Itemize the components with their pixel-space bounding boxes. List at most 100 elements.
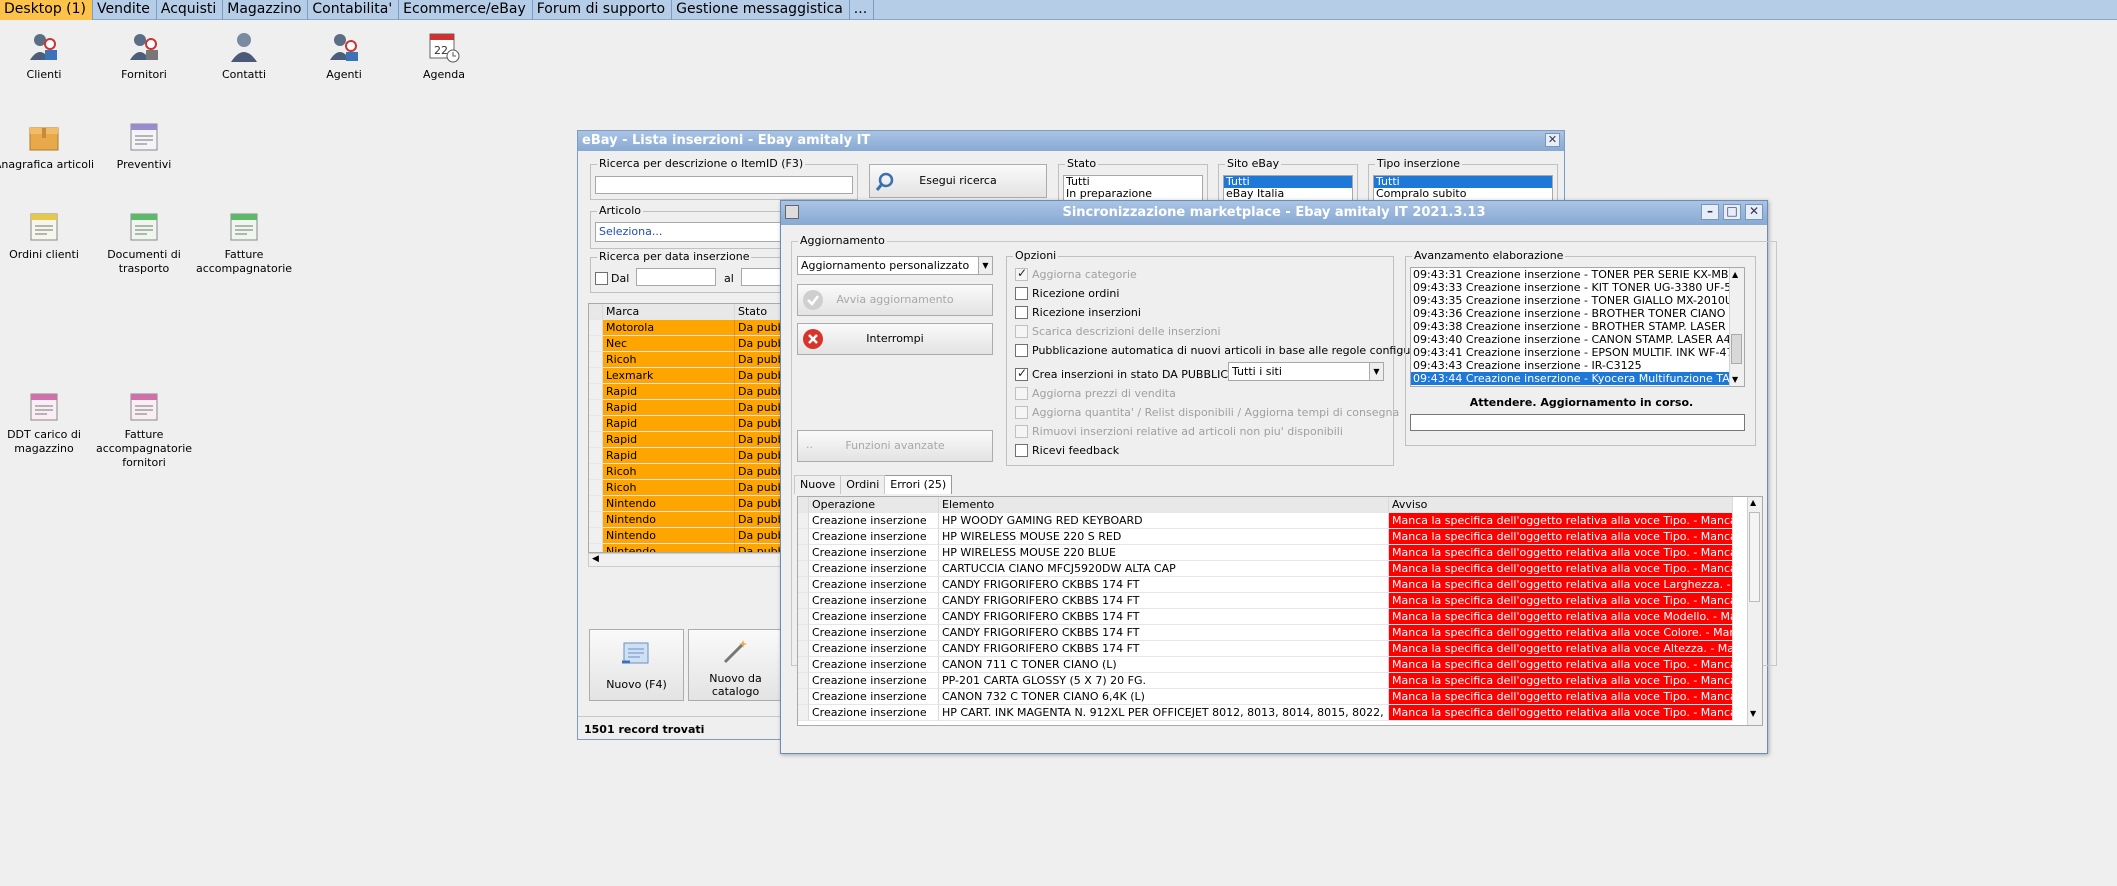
row-indicator[interactable] bbox=[798, 625, 809, 641]
scroll-up-icon[interactable]: ▲ bbox=[1732, 268, 1738, 281]
advanced-functions-button[interactable]: .. Funzioni avanzate bbox=[797, 430, 993, 462]
table-row[interactable]: Rapid Da pubb bbox=[589, 384, 787, 400]
log-line[interactable]: 09:43:41 Creazione inserzione - EPSON MU… bbox=[1411, 346, 1729, 359]
log-line[interactable]: 09:43:33 Creazione inserzione - KIT TONE… bbox=[1411, 281, 1729, 294]
desktop-icon-agenda[interactable]: 22 Agenda bbox=[384, 30, 504, 82]
table-row[interactable]: Creazione inserzione CANDY FRIGORIFERO CK… bbox=[798, 625, 1733, 641]
close-icon[interactable]: ✕ bbox=[1745, 204, 1763, 220]
scroll-thumb[interactable] bbox=[1749, 512, 1760, 602]
row-indicator[interactable] bbox=[589, 400, 603, 416]
articolo-select[interactable]: Seleziona... bbox=[595, 222, 795, 242]
table-row[interactable]: Nec Da pubb bbox=[589, 336, 787, 352]
minimize-icon[interactable]: – bbox=[1701, 204, 1719, 220]
horizontal-scrollbar[interactable]: ◀ bbox=[588, 553, 788, 567]
row-indicator[interactable] bbox=[589, 544, 603, 552]
row-indicator[interactable] bbox=[589, 320, 603, 336]
table-row[interactable]: Creazione inserzione CANON 732 C TONER CI… bbox=[798, 689, 1733, 705]
log-scrollbar[interactable]: ▲ ▼ bbox=[1729, 268, 1744, 386]
option-checkbox[interactable] bbox=[1015, 266, 1028, 281]
row-indicator[interactable] bbox=[589, 464, 603, 480]
table-row[interactable]: Creazione inserzione HP WIRELESS MOUSE 22… bbox=[798, 545, 1733, 561]
table-row[interactable]: Rapid Da pubb bbox=[589, 400, 787, 416]
date-from-input[interactable] bbox=[636, 268, 716, 286]
table-row[interactable]: Creazione inserzione CANDY FRIGORIFERO CK… bbox=[798, 641, 1733, 657]
row-indicator[interactable] bbox=[589, 336, 603, 352]
desktop-icon-fatture-fornitori[interactable]: Fatture accompagnatorie fornitori bbox=[84, 390, 204, 470]
col-marca[interactable]: Marca bbox=[603, 304, 735, 320]
table-row[interactable]: Rapid Da pubb bbox=[589, 448, 787, 464]
row-indicator[interactable] bbox=[798, 657, 809, 673]
row-indicator[interactable] bbox=[589, 368, 603, 384]
log-line[interactable]: 09:43:38 Creazione inserzione - BROTHER … bbox=[1411, 320, 1729, 333]
option-checkbox[interactable] bbox=[1015, 325, 1028, 338]
menu-more[interactable]: ... bbox=[850, 0, 875, 20]
update-mode-select[interactable]: Aggiornamento personalizzato ▼ bbox=[797, 256, 993, 275]
row-indicator[interactable] bbox=[798, 529, 809, 545]
row-indicator[interactable] bbox=[798, 641, 809, 657]
option-checkbox[interactable] bbox=[1015, 287, 1028, 300]
log-line[interactable]: 09:43:31 Creazione inserzione - TONER PE… bbox=[1411, 268, 1729, 281]
option-checkbox[interactable] bbox=[1015, 306, 1028, 319]
table-row[interactable]: Creazione inserzione CANDY FRIGORIFERO CK… bbox=[798, 593, 1733, 609]
row-indicator[interactable] bbox=[589, 384, 603, 400]
table-row[interactable]: Creazione inserzione HP WOODY GAMING RED … bbox=[798, 513, 1733, 529]
scroll-left-icon[interactable]: ◀ bbox=[592, 554, 599, 564]
close-icon[interactable]: ✕ bbox=[1545, 133, 1560, 147]
table-row[interactable]: Nintendo Da pubb bbox=[589, 496, 787, 512]
option-checkbox[interactable] bbox=[1015, 387, 1028, 400]
table-row[interactable]: Ricoh Da pubb bbox=[589, 464, 787, 480]
sito-option[interactable]: eBay Italia bbox=[1224, 188, 1352, 200]
row-indicator[interactable] bbox=[798, 689, 809, 705]
desktop-icon-fatture-accompagnatorie[interactable]: Fatture accompagnatorie bbox=[184, 210, 304, 276]
row-indicator[interactable] bbox=[798, 561, 809, 577]
row-indicator[interactable] bbox=[798, 593, 809, 609]
row-indicator[interactable] bbox=[798, 609, 809, 625]
table-row[interactable]: Creazione inserzione CANON 711 C TONER CI… bbox=[798, 657, 1733, 673]
scroll-thumb[interactable] bbox=[1731, 334, 1742, 364]
menu-messaggistica[interactable]: Gestione messaggistica bbox=[672, 0, 850, 20]
option-checkbox[interactable] bbox=[1015, 425, 1028, 438]
table-row[interactable]: Ricoh Da pubb bbox=[589, 352, 787, 368]
log-listbox[interactable]: 09:43:31 Creazione inserzione - TONER PE… bbox=[1410, 267, 1745, 387]
stato-option[interactable]: In preparazione bbox=[1064, 188, 1202, 200]
start-update-button[interactable]: Avvia aggiornamento bbox=[797, 284, 993, 316]
dal-checkbox[interactable] bbox=[595, 272, 608, 285]
errors-scrollbar[interactable]: ▲ ▼ bbox=[1747, 497, 1762, 725]
table-row[interactable]: Creazione inserzione CANDY FRIGORIFERO CK… bbox=[798, 609, 1733, 625]
interrupt-button[interactable]: Interrompi bbox=[797, 323, 993, 355]
row-indicator[interactable] bbox=[798, 513, 809, 529]
scroll-down-icon[interactable]: ▼ bbox=[1732, 373, 1738, 386]
maximize-icon[interactable]: □ bbox=[1723, 204, 1741, 220]
chevron-down-icon[interactable]: ▼ bbox=[978, 257, 992, 274]
log-line[interactable]: 09:43:44 Creazione inserzione - Kyocera … bbox=[1411, 372, 1729, 385]
sites-select[interactable]: Tutti i siti ▼ bbox=[1228, 362, 1384, 381]
tipo-option[interactable]: Compralo subito bbox=[1374, 188, 1552, 200]
log-line[interactable]: 09:43:40 Creazione inserzione - CANON ST… bbox=[1411, 333, 1729, 346]
scroll-down-icon[interactable]: ▼ bbox=[1750, 709, 1756, 718]
col-elemento[interactable]: Elemento bbox=[939, 497, 1389, 513]
option-checkbox[interactable] bbox=[1015, 444, 1028, 457]
log-line[interactable]: 09:43:35 Creazione inserzione - TONER GI… bbox=[1411, 294, 1729, 307]
menu-contabilita[interactable]: Contabilita' bbox=[308, 0, 400, 20]
option-checkbox[interactable] bbox=[1015, 344, 1028, 357]
row-indicator[interactable] bbox=[798, 673, 809, 689]
table-row[interactable]: Lexmark Da pubb bbox=[589, 368, 787, 384]
tab-errori[interactable]: Errori (25) bbox=[885, 475, 953, 494]
col-avviso[interactable]: Avviso bbox=[1389, 497, 1733, 513]
scroll-up-icon[interactable]: ▲ bbox=[1750, 498, 1756, 507]
table-row[interactable]: Ricoh Da pubb bbox=[589, 480, 787, 496]
table-row[interactable]: Nintendo Da pubb bbox=[589, 512, 787, 528]
row-indicator[interactable] bbox=[589, 512, 603, 528]
row-indicator[interactable] bbox=[798, 545, 809, 561]
col-operazione[interactable]: Operazione bbox=[809, 497, 939, 513]
option-checkbox[interactable] bbox=[1015, 366, 1028, 381]
menu-acquisti[interactable]: Acquisti bbox=[157, 0, 224, 20]
table-row[interactable]: Creazione inserzione PP-201 CARTA GLOSSY … bbox=[798, 673, 1733, 689]
row-indicator[interactable] bbox=[798, 705, 809, 721]
ebay-window-titlebar[interactable]: eBay - Lista inserzioni - Ebay amitaly I… bbox=[578, 131, 1564, 151]
table-row[interactable]: Rapid Da pubb bbox=[589, 416, 787, 432]
menu-vendite[interactable]: Vendite bbox=[93, 0, 157, 20]
table-row[interactable]: Rapid Da pubb bbox=[589, 432, 787, 448]
row-indicator[interactable] bbox=[589, 528, 603, 544]
table-row[interactable]: Motorola Da pubb bbox=[589, 320, 787, 336]
